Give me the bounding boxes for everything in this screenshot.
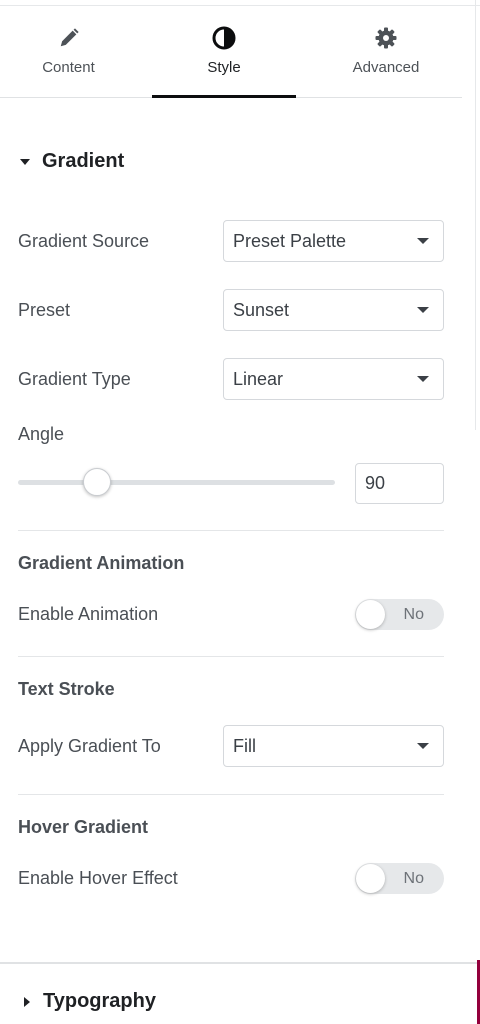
divider — [18, 656, 444, 657]
chevron-down-icon — [417, 743, 429, 749]
gradient-source-select[interactable]: Preset Palette — [223, 220, 444, 262]
tab-style[interactable]: Style — [152, 6, 296, 98]
tab-advanced-label: Advanced — [352, 59, 420, 76]
gradient-animation-heading: Gradient Animation — [18, 553, 185, 573]
gradient-source-row: Gradient Source Preset Palette — [18, 220, 444, 262]
angle-label: Angle — [18, 424, 65, 444]
enable-animation-toggle[interactable]: No — [355, 599, 444, 630]
gradient-section-toggle[interactable]: Gradient — [20, 150, 124, 173]
preset-value: Sunset — [233, 299, 290, 320]
caret-down-icon — [20, 158, 30, 165]
panel-edge — [475, 0, 476, 430]
apply-gradient-row: Apply Gradient To Fill — [18, 725, 444, 767]
preset-select[interactable]: Sunset — [223, 289, 444, 331]
gradient-source-value: Preset Palette — [233, 230, 347, 251]
pencil-icon — [58, 26, 80, 50]
tab-style-label: Style — [207, 59, 241, 76]
gradient-section-title: Gradient — [42, 150, 125, 172]
enable-animation-row: Enable Animation No — [18, 599, 444, 630]
angle-input[interactable]: 90 — [355, 463, 444, 504]
tab-advanced[interactable]: Advanced — [311, 6, 461, 97]
toggle-text: No — [403, 870, 424, 887]
typography-section-title: Typography — [43, 990, 156, 1012]
apply-gradient-value: Fill — [233, 735, 256, 756]
toggle-knob — [356, 600, 385, 629]
text-stroke-heading: Text Stroke — [18, 679, 115, 699]
caret-right-icon — [24, 996, 30, 1007]
typography-section: Typography — [0, 962, 480, 1024]
tab-bar: Content Style Advanced — [0, 6, 462, 98]
tab-content-label: Content — [42, 59, 95, 76]
hover-gradient-heading: Hover Gradient — [18, 817, 149, 837]
preset-label: Preset — [18, 299, 71, 320]
angle-slider-handle[interactable] — [83, 468, 112, 496]
preset-row: Preset Sunset — [18, 289, 444, 331]
enable-hover-row: Enable Hover Effect No — [18, 863, 444, 894]
chevron-down-icon — [417, 376, 429, 382]
enable-hover-toggle[interactable]: No — [355, 863, 444, 894]
apply-gradient-label: Apply Gradient To — [18, 735, 161, 756]
gradient-type-row: Gradient Type Linear — [18, 358, 444, 400]
half-circle-icon — [212, 26, 236, 50]
gradient-source-label: Gradient Source — [18, 230, 150, 251]
gradient-type-value: Linear — [233, 368, 284, 389]
enable-animation-label: Enable Animation — [18, 604, 159, 624]
gear-icon — [374, 26, 398, 50]
gradient-type-label: Gradient Type — [18, 368, 131, 389]
toggle-knob — [356, 864, 385, 893]
divider — [18, 530, 444, 531]
chevron-down-icon — [417, 238, 429, 244]
gradient-type-select[interactable]: Linear — [223, 358, 444, 400]
apply-gradient-select[interactable]: Fill — [223, 725, 444, 767]
tab-content[interactable]: Content — [0, 6, 137, 97]
toggle-text: No — [403, 606, 424, 623]
chevron-down-icon — [417, 307, 429, 313]
divider — [18, 794, 444, 795]
enable-hover-label: Enable Hover Effect — [18, 868, 178, 888]
typography-section-toggle[interactable]: Typography — [24, 990, 156, 1013]
angle-value: 90 — [365, 473, 386, 493]
angle-slider[interactable] — [18, 468, 335, 496]
